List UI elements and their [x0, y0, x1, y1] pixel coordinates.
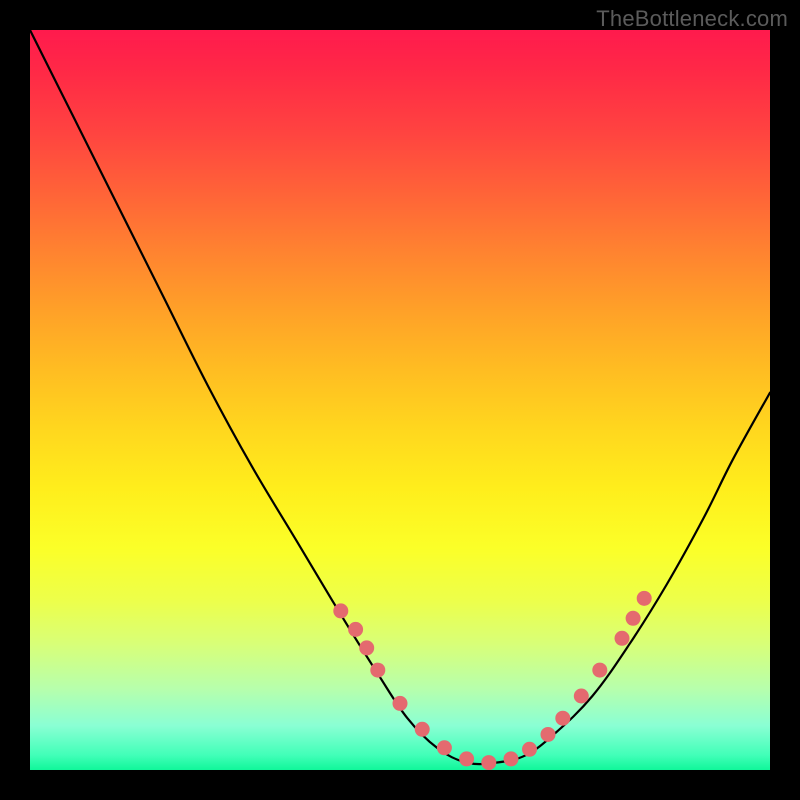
marker-dot	[481, 755, 496, 770]
bottleneck-curve	[30, 30, 770, 764]
chart-frame: TheBottleneck.com	[0, 0, 800, 800]
marker-dot	[592, 663, 607, 678]
marker-dot	[415, 722, 430, 737]
marker-dot	[555, 711, 570, 726]
marker-dot	[370, 663, 385, 678]
marker-dot	[574, 689, 589, 704]
watermark-text: TheBottleneck.com	[596, 6, 788, 32]
marker-dot	[504, 751, 519, 766]
marker-dot	[637, 591, 652, 606]
marker-dot	[626, 611, 641, 626]
marker-dot	[459, 751, 474, 766]
marker-dot	[393, 696, 408, 711]
marker-dot	[541, 727, 556, 742]
marker-dot	[437, 740, 452, 755]
marker-dot	[333, 603, 348, 618]
marker-dot	[348, 622, 363, 637]
marker-dot	[615, 631, 630, 646]
plot-area	[30, 30, 770, 770]
marker-dot	[522, 742, 537, 757]
curve-svg	[30, 30, 770, 770]
marker-dot	[359, 640, 374, 655]
